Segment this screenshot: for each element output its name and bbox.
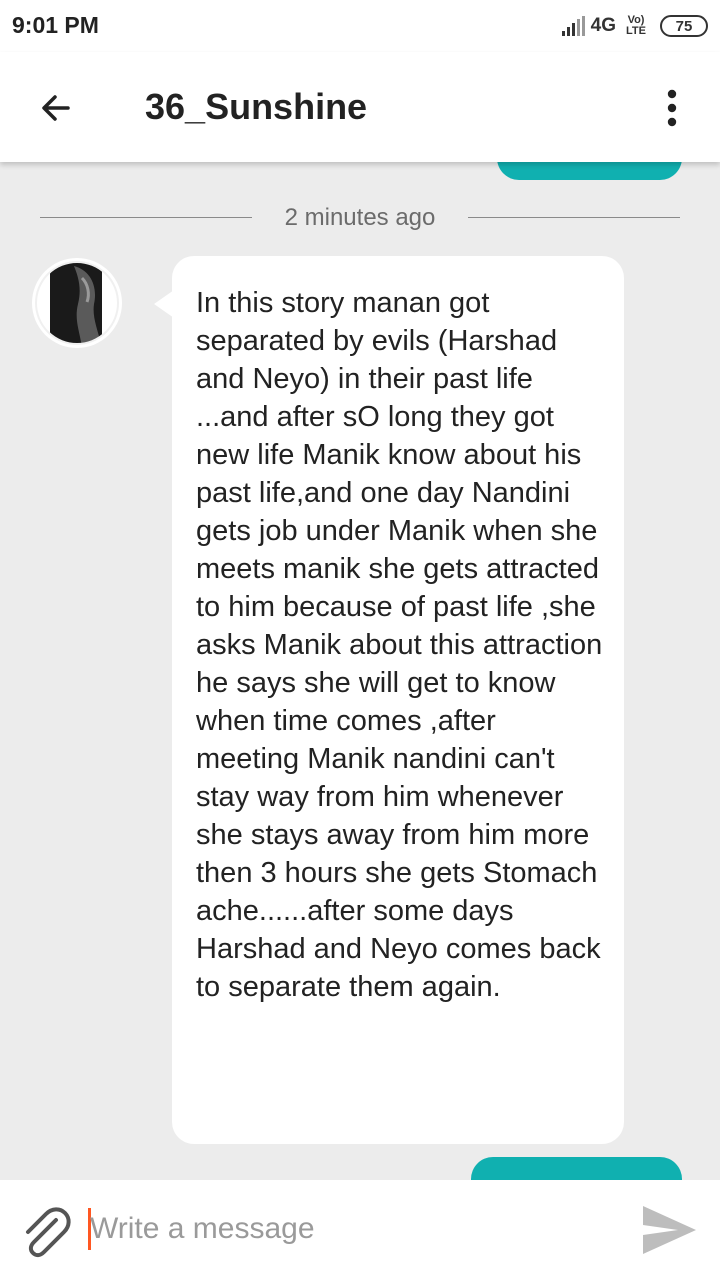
send-button[interactable]	[640, 1202, 698, 1258]
divider-line	[40, 217, 252, 218]
conversation-title: 36_Sunshine	[145, 86, 368, 127]
lte-label: LTE	[626, 25, 646, 37]
outgoing-message-bubble[interactable]	[497, 162, 682, 180]
arrow-left-icon	[42, 95, 70, 121]
signal-icon	[561, 16, 585, 36]
paperclip-icon	[26, 1207, 71, 1258]
volte-icon: Vo) LTE	[626, 15, 646, 37]
message-text: In this story manan got separated by evi…	[196, 287, 603, 1003]
message-list[interactable]: 2 minutes ago In this story manan got se…	[0, 162, 720, 1180]
app-bar: 36_Sunshine	[0, 52, 720, 162]
message-composer	[0, 1180, 720, 1280]
time-divider-label: 2 minutes ago	[284, 204, 436, 231]
incoming-message-bubble[interactable]: In this story manan got separated by evi…	[172, 256, 624, 1144]
status-time: 9:01 PM	[12, 12, 99, 38]
more-vert-icon	[667, 89, 677, 127]
back-button[interactable]	[28, 80, 84, 136]
avatar-image	[35, 261, 119, 345]
attach-button[interactable]	[18, 1206, 72, 1260]
battery-level: 75	[675, 17, 693, 35]
outgoing-message-bubble[interactable]	[471, 1157, 682, 1180]
time-divider: 2 minutes ago	[40, 194, 680, 244]
battery-icon: 75	[660, 15, 708, 37]
network-type: 4G	[590, 15, 617, 36]
status-bar: 9:01 PM 4G Vo) LTE 75	[0, 0, 720, 52]
message-input[interactable]	[90, 1204, 610, 1254]
avatar[interactable]	[32, 258, 122, 348]
send-icon	[643, 1206, 696, 1254]
divider-line	[468, 217, 680, 218]
more-options-button[interactable]	[650, 80, 694, 136]
bubble-tail	[154, 290, 174, 318]
status-icons: 4G Vo) LTE 75	[561, 12, 708, 40]
